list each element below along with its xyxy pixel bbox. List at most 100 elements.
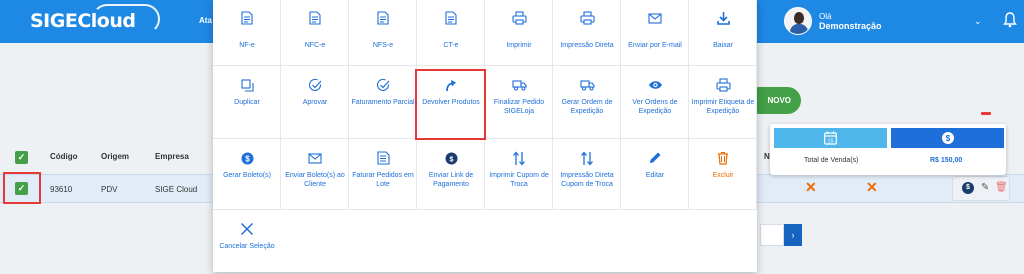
menu-item-nfc-e[interactable]: NFC-e: [281, 0, 349, 66]
x-status-icon: ✕: [866, 179, 878, 195]
svg-text:$: $: [946, 134, 951, 143]
menu-item-impressao-direta[interactable]: Impressão Direta: [553, 0, 621, 66]
menu-item-cancelar-selecao[interactable]: Cancelar Seleção: [213, 210, 281, 272]
menu-item-ct-e[interactable]: CT-e: [417, 0, 485, 66]
dollar-coin-icon[interactable]: $: [962, 182, 974, 194]
menu-item-label: Gerar Boleto(s): [223, 172, 271, 179]
cell-empresa: SIGE Cloud: [155, 185, 198, 194]
user-avatar[interactable]: [784, 7, 812, 35]
menu-item-label: Baixar: [713, 42, 733, 49]
menu-item-devolver-produtos[interactable]: Devolver Produtos: [417, 66, 485, 139]
menu-item-label: Devolver Produtos: [422, 99, 480, 106]
menu-item-imprimir[interactable]: Imprimir: [485, 0, 553, 66]
menu-item-faturar-pedidos-em-lote[interactable]: Faturar Pedidos em Lote: [349, 139, 417, 210]
column-header-origem[interactable]: Origem: [101, 152, 129, 161]
menu-item-finalizar-pedido-sigeloja[interactable]: Finalizar Pedido SIGELoja: [485, 66, 553, 139]
truck-icon: [511, 77, 527, 93]
menu-item-nfs-e[interactable]: NFS-e: [349, 0, 417, 66]
menu-item-enviar-por-e-mail[interactable]: Enviar por E-mail: [621, 0, 689, 66]
menu-item-ver-ordens-de-expedicao[interactable]: Ver Ordens de Expedição: [621, 66, 689, 139]
svg-text:$: $: [245, 154, 250, 163]
menu-item-label: Enviar Link de Pagamento: [428, 172, 474, 188]
download-icon: [715, 10, 731, 26]
totals-label: Total de Venda(s): [804, 157, 859, 164]
menu-item-label: Finalizar Pedido SIGELoja: [493, 99, 545, 115]
totals-panel: 15 $ Total de Venda(s) R$ 150,00: [770, 124, 1006, 175]
menu-item-label: Faturamento Parcial: [351, 99, 415, 106]
menu-item-imprimir-cupom-de-troca[interactable]: Imprimir Cupom de Troca: [485, 139, 553, 210]
envelope-icon: [647, 10, 663, 26]
pencil-icon[interactable]: ✎: [981, 182, 989, 193]
next-page-button[interactable]: ›: [784, 224, 802, 246]
trash-icon: [715, 150, 731, 166]
dollar-coin-icon: $: [239, 150, 255, 166]
highlight-row-checkbox: [3, 172, 41, 204]
document-icon: [375, 10, 391, 26]
menu-item-faturamento-parcial[interactable]: Faturamento Parcial: [349, 66, 417, 139]
collapse-totals-button[interactable]: [981, 112, 991, 115]
user-greeting: Olá: [819, 12, 832, 21]
sigecloud-logo[interactable]: SIGECloud: [30, 4, 160, 34]
row-actions: $ ✎ 🗑: [952, 176, 1010, 201]
menu-item-label: Faturar Pedidos em Lote: [352, 172, 414, 188]
menu-item-nf-e[interactable]: NF-e: [213, 0, 281, 66]
list-document-icon: [375, 150, 391, 166]
duplicate-icon: [239, 77, 255, 93]
swap-arrows-icon: [579, 150, 595, 166]
column-header-codigo[interactable]: Código: [50, 152, 78, 161]
menu-item-label: Impressão Direta Cupom de Troca: [560, 172, 614, 188]
totals-tab-value[interactable]: $: [891, 128, 1004, 148]
chevron-down-icon[interactable]: ⌄: [974, 16, 982, 27]
printer-icon: [715, 77, 731, 93]
menu-item-label: Editar: [645, 172, 665, 179]
menu-item-label: Imprimir Cupom de Troca: [489, 172, 549, 188]
menu-item-imprimir-etiqueta-de-expedicao[interactable]: Imprimir Etiqueta de Expedição: [689, 66, 757, 139]
menu-item-aprovar[interactable]: Aprovar: [281, 66, 349, 139]
printer-icon: [579, 10, 595, 26]
cell-origem: PDV: [101, 185, 118, 194]
menu-item-impressao-direta-cupom-de-troca[interactable]: Impressão Direta Cupom de Troca: [553, 139, 621, 210]
totals-value: R$ 150,00: [930, 157, 963, 164]
document-icon: [307, 10, 323, 26]
menu-item-label: Impressão Direta: [560, 42, 614, 49]
menu-item-enviar-boleto-s-ao-cliente[interactable]: Enviar Boleto(s) ao Cliente: [281, 139, 349, 210]
pencil-icon: [647, 150, 663, 166]
actions-menu: NF-e NFC-e NFS-e CT-e Imprimir Impressão Dire…: [213, 0, 757, 272]
menu-item-label: NFS-e: [372, 42, 394, 49]
menu-item-enviar-link-de-pagamento[interactable]: $ Enviar Link de Pagamento: [417, 139, 485, 210]
return-arrow-icon: [443, 77, 459, 93]
cell-codigo: 93610: [50, 185, 73, 194]
bell-icon[interactable]: [1003, 12, 1017, 28]
menu-item-label: Imprimir Etiqueta de Expedição: [691, 99, 755, 115]
menu-item-label: Gerar Ordem de Expedição: [561, 99, 613, 115]
menu-item-gerar-boleto-s[interactable]: $ Gerar Boleto(s): [213, 139, 281, 210]
menu-item-label: Enviar Boleto(s) ao Cliente: [285, 172, 345, 188]
menu-item-label: Ver Ordens de Expedição: [632, 99, 678, 115]
totals-tab-date[interactable]: 15: [774, 128, 887, 148]
check-circle-icon: [307, 77, 323, 93]
menu-item-gerar-ordem-de-expedicao[interactable]: Gerar Ordem de Expedição: [553, 66, 621, 139]
menu-item-editar[interactable]: Editar: [621, 139, 689, 210]
menu-item-excluir[interactable]: Excluir: [689, 139, 757, 210]
menu-item-label: Cancelar Seleção: [219, 243, 275, 250]
column-header-empresa[interactable]: Empresa: [155, 152, 189, 161]
nav-item-partial[interactable]: Ata: [199, 16, 212, 25]
envelope-icon: [307, 150, 323, 166]
menu-item-label: Duplicar: [234, 99, 260, 106]
trash-icon[interactable]: 🗑: [995, 182, 1008, 193]
menu-item-duplicar[interactable]: Duplicar: [213, 66, 281, 139]
dollar-link-icon: $: [443, 150, 459, 166]
truck-icon: [579, 77, 595, 93]
swap-arrows-icon: [511, 150, 527, 166]
menu-item-label: Imprimir: [506, 42, 532, 49]
user-name[interactable]: Demonstração: [819, 21, 882, 31]
page-input[interactable]: [760, 224, 784, 246]
select-all-checkbox[interactable]: ✓: [15, 151, 28, 164]
calendar-day: 15: [827, 139, 833, 145]
menu-item-label: Excluir: [712, 172, 734, 179]
close-icon: [239, 221, 255, 237]
document-icon: [239, 10, 255, 26]
menu-item-baixar[interactable]: Baixar: [689, 0, 757, 66]
eye-icon: [647, 77, 663, 93]
column-header-partial[interactable]: N: [764, 152, 770, 161]
